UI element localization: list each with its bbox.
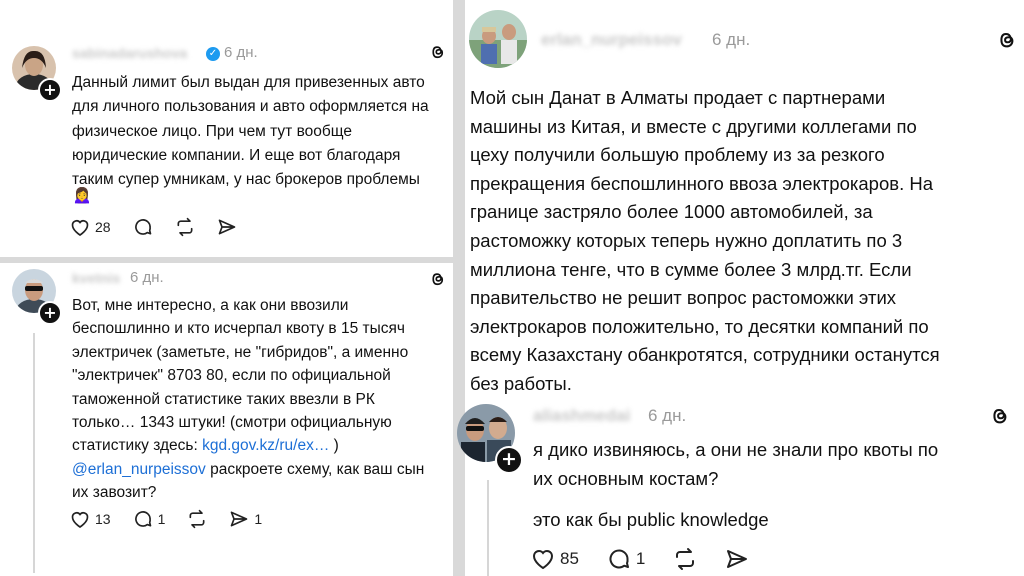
verified-check-icon: ✓: [206, 47, 220, 61]
repost-button[interactable]: [175, 217, 195, 237]
share-button[interactable]: [217, 217, 237, 237]
post-text: Данный лимит был выдан для привезенных а…: [72, 74, 429, 189]
post-actions: 85 1: [531, 547, 771, 571]
post-time: 6 дн.: [648, 406, 687, 425]
share-button[interactable]: 1: [229, 509, 262, 529]
thread-line: [487, 480, 489, 576]
thread-line: [33, 333, 35, 573]
heart-icon: [71, 219, 89, 236]
username[interactable]: kvetnis: [72, 270, 120, 286]
post-kvetnis: + kvetnis 6 дн. Вот, мне интересно, а ка…: [0, 263, 453, 576]
comment-button[interactable]: [133, 217, 153, 237]
post-actions: 28: [70, 217, 259, 237]
post-text: я дико извиняюсь, а они не знали про кво…: [533, 439, 939, 489]
threads-logo-icon[interactable]: [988, 404, 1010, 433]
repost-button[interactable]: [673, 547, 697, 571]
username[interactable]: sabinadarushova: [72, 45, 187, 61]
post-actions: 13 1 1: [70, 509, 284, 529]
like-button[interactable]: 13: [70, 510, 111, 529]
mention-link[interactable]: @erlan_nurpeissov: [72, 461, 206, 478]
username[interactable]: aliashmedai: [533, 406, 630, 426]
like-count: 28: [95, 219, 111, 235]
share-icon: [727, 550, 748, 568]
like-count: 85: [560, 549, 579, 568]
follow-plus-icon[interactable]: +: [495, 446, 523, 474]
share-icon: [231, 511, 248, 527]
comment-button[interactable]: 1: [133, 509, 166, 529]
share-count: 1: [254, 511, 263, 527]
like-button[interactable]: 85: [531, 548, 579, 570]
threads-logo-icon[interactable]: [428, 42, 446, 67]
post-text-main: Вот, мне интересно, а как они ввозили бе…: [72, 297, 409, 455]
follow-plus-icon[interactable]: +: [38, 301, 62, 325]
post-time: 6 дн.: [224, 44, 258, 61]
post-text: Вот, мне интересно, а как они ввозили бе…: [72, 294, 452, 505]
comment-icon: [134, 219, 151, 235]
share-icon: [218, 219, 235, 235]
comment-button[interactable]: 1: [607, 547, 645, 571]
post-erlan-nurpeissov: erlan_nurpeissov 6 дн. Мой сын Данат в А…: [465, 0, 1024, 400]
stats-link[interactable]: kgd.gov.kz/ru/ex…: [202, 437, 329, 454]
username[interactable]: erlan_nurpeissov: [541, 30, 682, 50]
threads-logo-icon[interactable]: [428, 269, 446, 294]
emoji: 🙍‍♀️: [72, 187, 92, 204]
threads-logo-icon[interactable]: [995, 28, 1017, 57]
avatar[interactable]: [469, 10, 527, 68]
comment-count: 1: [157, 511, 166, 527]
comment-count: 1: [635, 549, 646, 568]
post-sabinadarushova: + sabinadarushova ✓ 6 дн. Данный лимит б…: [0, 0, 453, 257]
follow-plus-icon[interactable]: +: [38, 78, 62, 102]
post-time: 6 дн.: [130, 269, 164, 286]
post-text-2: это как бы public knowledge: [533, 509, 769, 530]
post-time: 6 дн.: [712, 30, 751, 49]
repost-button[interactable]: [187, 509, 207, 529]
share-button[interactable]: [725, 547, 749, 571]
vertical-divider: [453, 0, 465, 576]
post-aliashmedai: + aliashmedai 6 дн. я дико извиняюсь, а …: [457, 400, 1024, 576]
heart-icon: [71, 511, 89, 528]
comment-icon: [609, 549, 629, 569]
like-count: 13: [95, 511, 111, 527]
repost-icon: [676, 548, 695, 570]
comment-icon: [134, 511, 151, 527]
like-button[interactable]: 28: [70, 218, 111, 237]
post-text: Мой сын Данат в Алматы продает с партнер…: [470, 87, 940, 394]
repost-icon: [189, 509, 205, 529]
heart-icon: [532, 550, 554, 570]
post-text-after-link: ): [329, 437, 339, 455]
repost-icon: [177, 217, 193, 237]
